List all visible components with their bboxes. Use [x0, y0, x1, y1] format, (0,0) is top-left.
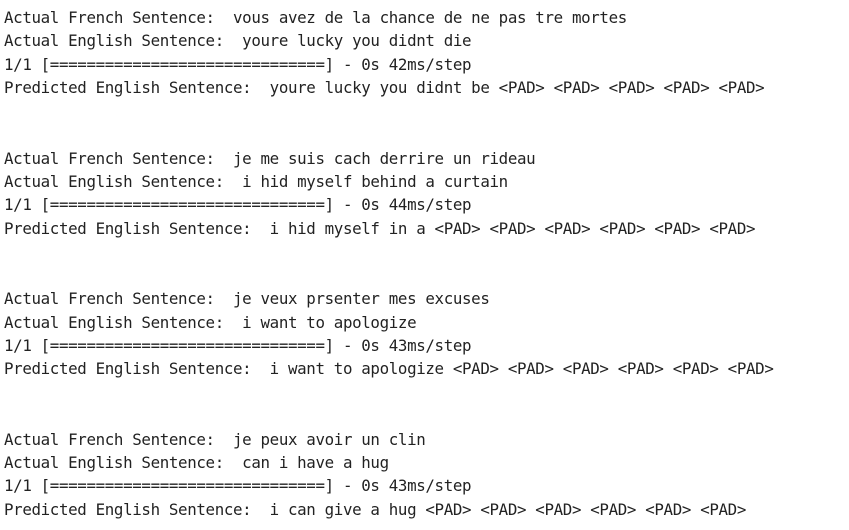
actual-english-line: Actual English Sentence: youre lucky you… [4, 31, 472, 51]
output-block: Actual French Sentence: vous avez de la … [4, 6, 849, 100]
output-block: Actual French Sentence: je peux avoir un… [4, 428, 849, 522]
progress-line: 1/1 [==============================] - 0… [4, 54, 472, 74]
predicted-english-line: Predicted English Sentence: youre lucky … [4, 78, 765, 98]
output-block: Actual French Sentence: je veux prsenter… [4, 287, 849, 381]
predicted-english-line: Predicted English Sentence: i can give a… [4, 499, 747, 519]
actual-english-line: Actual English Sentence: i want to apolo… [4, 312, 417, 332]
actual-french-line: Actual French Sentence: je me suis cach … [4, 148, 536, 168]
actual-french-line: Actual French Sentence: je veux prsenter… [4, 289, 490, 309]
console-output: Actual French Sentence: vous avez de la … [4, 6, 849, 530]
progress-line: 1/1 [==============================] - 0… [4, 195, 472, 215]
actual-english-line: Actual English Sentence: can i have a hu… [4, 453, 389, 473]
predicted-english-line: Predicted English Sentence: i want to ap… [4, 359, 774, 379]
output-block: Actual French Sentence: je me suis cach … [4, 147, 849, 241]
actual-french-line: Actual French Sentence: vous avez de la … [4, 8, 627, 27]
actual-french-line: Actual French Sentence: je peux avoir un… [4, 429, 426, 449]
predicted-english-line: Predicted English Sentence: i hid myself… [4, 218, 756, 238]
progress-line: 1/1 [==============================] - 0… [4, 335, 472, 355]
progress-line: 1/1 [==============================] - 0… [4, 476, 472, 496]
actual-english-line: Actual English Sentence: i hid myself be… [4, 171, 508, 191]
